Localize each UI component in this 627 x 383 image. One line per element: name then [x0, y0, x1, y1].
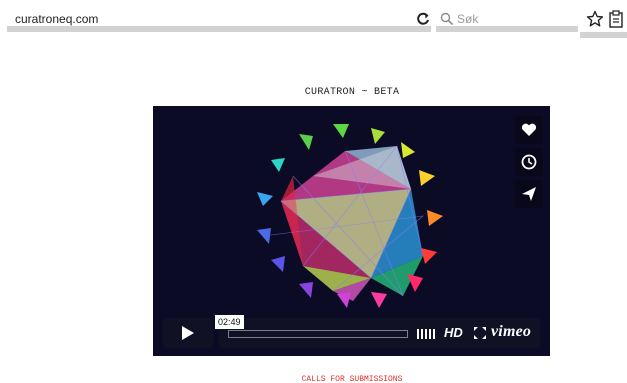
search-bar[interactable]: Søk	[436, 8, 578, 32]
play-icon	[182, 326, 194, 340]
volume-icon[interactable]	[417, 329, 437, 339]
bookmark-star-icon[interactable]	[586, 10, 604, 28]
reload-icon[interactable]	[415, 11, 431, 27]
progress-bar[interactable]	[228, 330, 408, 338]
watch-later-button[interactable]	[515, 148, 543, 176]
toolbar-divider	[580, 32, 627, 38]
page-title: CURATRON ~ BETA	[304, 87, 400, 98]
video-player[interactable]: HD vimeo 02:49	[153, 106, 550, 356]
calls-for-submissions-link[interactable]: CALLS FOR SUBMISSIONS	[0, 375, 627, 383]
time-tooltip: 02:49	[215, 315, 244, 329]
share-button[interactable]	[515, 180, 543, 208]
vimeo-logo[interactable]: vimeo	[491, 323, 531, 341]
url-text[interactable]: curatroneq.com	[15, 12, 98, 26]
address-bar[interactable]: curatroneq.com	[7, 8, 431, 32]
control-bar: HD vimeo	[219, 318, 540, 348]
hd-toggle[interactable]: HD	[444, 325, 463, 340]
search-icon	[440, 12, 454, 26]
fullscreen-icon[interactable]	[474, 327, 486, 339]
clock-icon	[521, 154, 537, 170]
heart-icon	[521, 123, 537, 136]
play-button[interactable]	[163, 318, 213, 348]
search-input[interactable]: Søk	[457, 12, 478, 26]
clipboard-icon[interactable]	[608, 10, 624, 28]
send-icon	[522, 187, 536, 201]
browser-toolbar: curatroneq.com Søk	[0, 0, 627, 38]
like-button[interactable]	[515, 116, 543, 144]
